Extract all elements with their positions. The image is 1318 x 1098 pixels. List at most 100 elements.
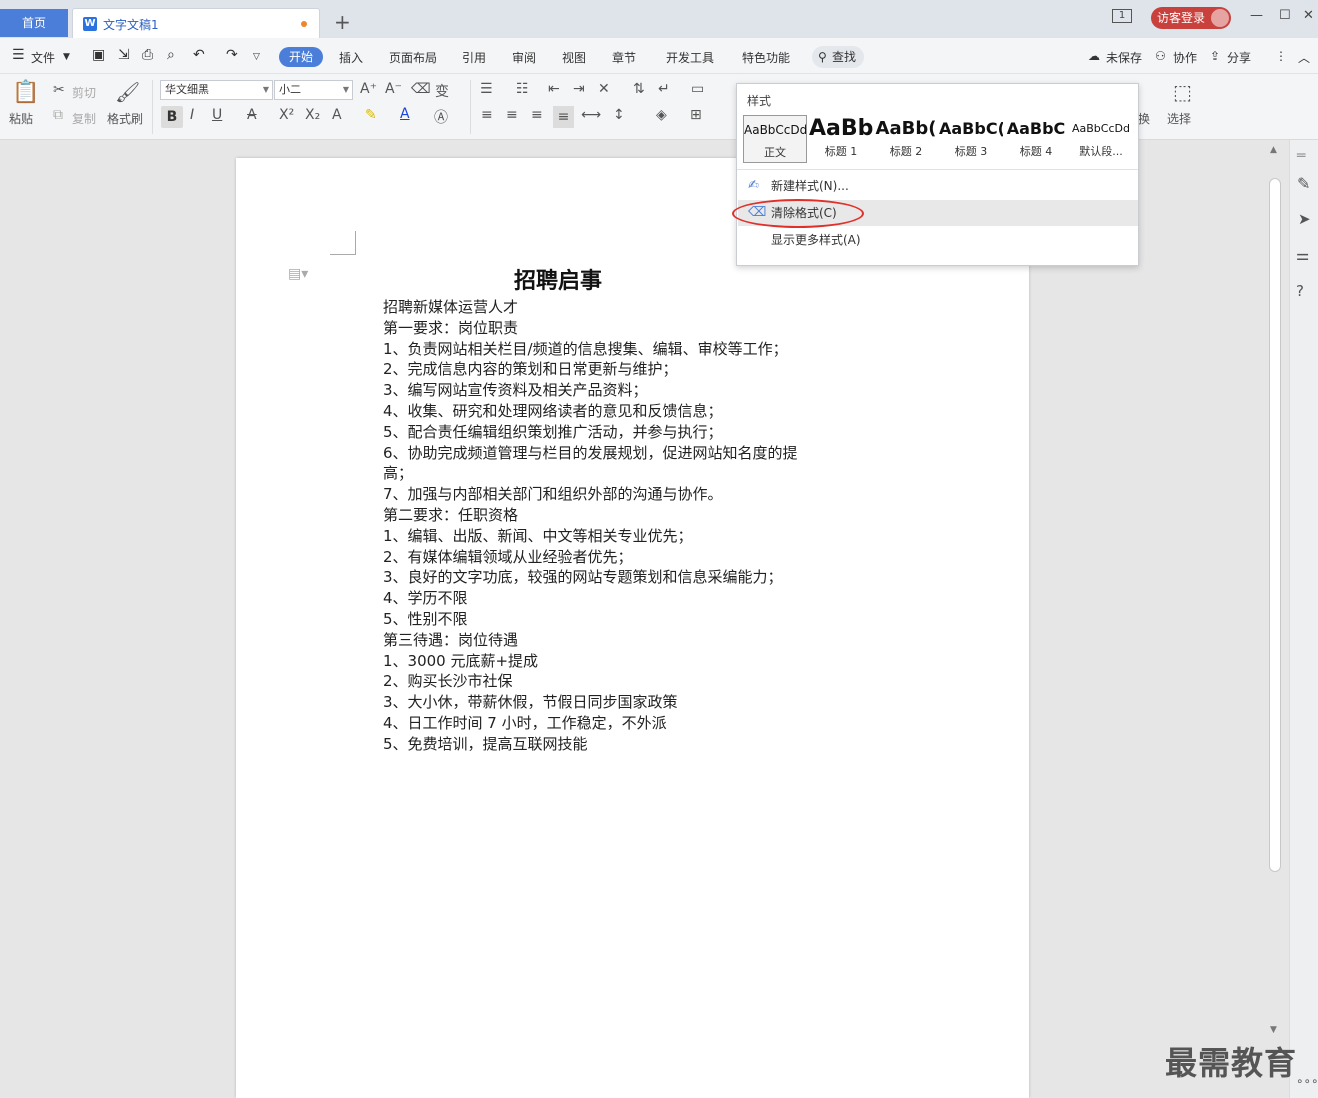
tab-page-layout[interactable]: 页面布局	[389, 49, 437, 66]
print-icon[interactable]: ⎙	[142, 47, 153, 63]
decrease-indent-icon[interactable]: ⇤	[548, 81, 560, 97]
redo-icon[interactable]: ↷	[226, 47, 238, 63]
format-painter-icon[interactable]: 🖌	[115, 80, 140, 104]
scroll-up-icon[interactable]: ▲	[1270, 145, 1277, 155]
document-line[interactable]: 2、有媒体编辑领域从业经验者优先；	[383, 547, 863, 568]
paste-button[interactable]: 粘贴	[9, 110, 33, 127]
panel-handle-icon[interactable]: ═	[1297, 148, 1305, 164]
table-icon[interactable]: ▭	[691, 81, 704, 97]
paragraph-menu-icon[interactable]: ▤▾	[288, 266, 308, 282]
tab-insert[interactable]: 插入	[339, 49, 363, 66]
more-options-icon[interactable]: ⋮	[1275, 49, 1287, 63]
menu-file[interactable]: 文件	[31, 49, 55, 66]
adjust-icon[interactable]: ⚌	[1296, 246, 1309, 264]
tab-developer[interactable]: 开发工具	[666, 49, 714, 66]
paste-icon[interactable]: 📋	[12, 80, 39, 105]
document-line[interactable]: 7、加强与内部相关部门和组织外部的沟通与协作。	[383, 484, 863, 505]
font-size-select[interactable]: 小二 ▼	[274, 80, 353, 100]
document-line[interactable]: 4、学历不限	[383, 588, 863, 609]
copy-button[interactable]: 复制	[72, 110, 96, 127]
style-card-heading-4[interactable]: AaBbC 标题 4	[1004, 115, 1068, 163]
subscript-button[interactable]: X₂	[305, 107, 320, 123]
align-right-icon[interactable]: ≡	[531, 107, 543, 123]
document-title[interactable]: 招聘启事	[514, 263, 602, 295]
style-card-body[interactable]: AaBbCcDd 正文	[743, 115, 807, 163]
increase-font-icon[interactable]: A⁺	[360, 81, 377, 97]
document-line[interactable]: 高；	[383, 463, 863, 484]
document-line[interactable]: 第三待遇：岗位待遇	[383, 630, 863, 651]
document-line[interactable]: 2、购买长沙市社保	[383, 671, 863, 692]
undo-icon[interactable]: ↶	[193, 47, 205, 63]
numbered-list-icon[interactable]: ☷	[516, 81, 529, 97]
replace-button[interactable]: 换	[1138, 110, 1150, 127]
strikethrough-button[interactable]: A	[247, 107, 257, 123]
line-spacing-icon[interactable]: ↕	[613, 107, 625, 123]
font-name-select[interactable]: 华文细黑 ▼	[160, 80, 273, 100]
format-painter-button[interactable]: 格式刷	[107, 110, 143, 127]
quick-access-more-icon[interactable]: ▽	[253, 52, 260, 62]
font-color-icon[interactable]: A	[400, 106, 410, 122]
document-body[interactable]: 招聘新媒体运营人才 第一要求：岗位职责 1、负责网站相关栏目/频道的信息搜集、编辑、…	[383, 297, 863, 755]
italic-button[interactable]: I	[190, 107, 194, 123]
new-tab-plus-icon[interactable]: +	[334, 10, 351, 34]
home-tab[interactable]: 首页	[0, 9, 68, 37]
tab-special-features[interactable]: 特色功能	[742, 49, 790, 66]
text-effect-icon[interactable]: A	[332, 107, 342, 123]
cursor-icon[interactable]: ➤	[1298, 210, 1311, 228]
collab-button[interactable]: 协作	[1173, 49, 1197, 66]
document-line[interactable]: 1、负责网站相关栏目/频道的信息搜集、编辑、审校等工作；	[383, 339, 863, 360]
find-button[interactable]: ⚲ 查找	[812, 46, 864, 68]
scrollbar-thumb[interactable]	[1269, 178, 1281, 872]
scissors-icon[interactable]: ✂	[53, 82, 65, 98]
document-line[interactable]: 3、大小休，带薪休假，节假日同步国家政策	[383, 692, 863, 713]
increase-indent-icon[interactable]: ⇥	[573, 81, 585, 97]
style-card-default-paragraph[interactable]: AaBbCcDd 默认段...	[1069, 115, 1133, 163]
hamburger-icon[interactable]: ☰	[12, 47, 25, 63]
copy-icon[interactable]: ⧉	[53, 107, 63, 123]
more-styles-item[interactable]: 显示更多样式(A)	[738, 227, 1138, 253]
cut-button[interactable]: 剪切	[72, 84, 96, 101]
select-button[interactable]: 选择	[1167, 110, 1191, 127]
bold-button[interactable]: B	[161, 106, 183, 128]
sort-icon[interactable]: ⇅	[633, 81, 645, 97]
underline-button[interactable]: U	[212, 107, 222, 123]
document-line[interactable]: 2、完成信息内容的策划和日常更新与维护；	[383, 359, 863, 380]
show-marks-icon[interactable]: ↵	[658, 81, 670, 97]
minimize-icon[interactable]: —	[1250, 8, 1263, 23]
export-pdf-icon[interactable]: ⇲	[118, 47, 130, 63]
document-tab[interactable]: W 文字文稿1	[72, 8, 320, 38]
superscript-button[interactable]: X²	[279, 107, 294, 123]
pen-icon[interactable]: ✎	[1297, 174, 1310, 193]
distribute-icon[interactable]: ⟷	[581, 107, 601, 123]
borders-icon[interactable]: ⊞	[690, 107, 702, 123]
align-left-icon[interactable]: ≡	[481, 107, 493, 123]
document-line[interactable]: 4、日工作时间 7 小时，工作稳定，不外派	[383, 713, 863, 734]
decrease-font-icon[interactable]: A⁻	[385, 81, 402, 97]
guest-login-button[interactable]: 访客登录	[1151, 7, 1231, 29]
document-line[interactable]: 5、性别不限	[383, 609, 863, 630]
bullet-list-icon[interactable]: ☰	[480, 81, 493, 97]
tab-review[interactable]: 审阅	[512, 49, 536, 66]
document-line[interactable]: 4、收集、研究和处理网络读者的意见和反馈信息；	[383, 401, 863, 422]
scroll-down-icon[interactable]: ▼	[1270, 1025, 1277, 1035]
collapse-ribbon-icon[interactable]: ︿	[1298, 49, 1310, 66]
tab-section[interactable]: 章节	[612, 49, 636, 66]
align-center-icon[interactable]: ≡	[506, 107, 518, 123]
document-line[interactable]: 5、免费培训，提高互联网技能	[383, 734, 863, 755]
chinese-layout-icon[interactable]: ✕	[598, 81, 610, 97]
style-card-heading-2[interactable]: AaBb( 标题 2	[874, 115, 938, 163]
shading-icon[interactable]: ◈	[656, 107, 667, 123]
document-line[interactable]: 5、配合责任编辑组织策划推广活动，并参与执行；	[383, 422, 863, 443]
new-style-item[interactable]: ✍ 新建样式(N)...	[738, 173, 1138, 199]
document-line[interactable]: 第一要求：岗位职责	[383, 318, 863, 339]
share-button[interactable]: 分享	[1227, 49, 1251, 66]
select-icon[interactable]: ⬚	[1173, 80, 1192, 104]
char-border-icon[interactable]: Ⓐ	[434, 107, 448, 127]
style-card-heading-1[interactable]: AaBb 标题 1	[809, 115, 873, 163]
window-layout-icon[interactable]: 1	[1112, 9, 1132, 23]
justify-icon[interactable]: ≡	[553, 106, 574, 128]
tab-start[interactable]: 开始	[279, 47, 323, 67]
eraser-icon[interactable]: ⌫	[411, 81, 431, 97]
highlight-icon[interactable]: ✎	[365, 107, 377, 123]
document-line[interactable]: 3、编写网站宣传资料及相关产品资料；	[383, 380, 863, 401]
